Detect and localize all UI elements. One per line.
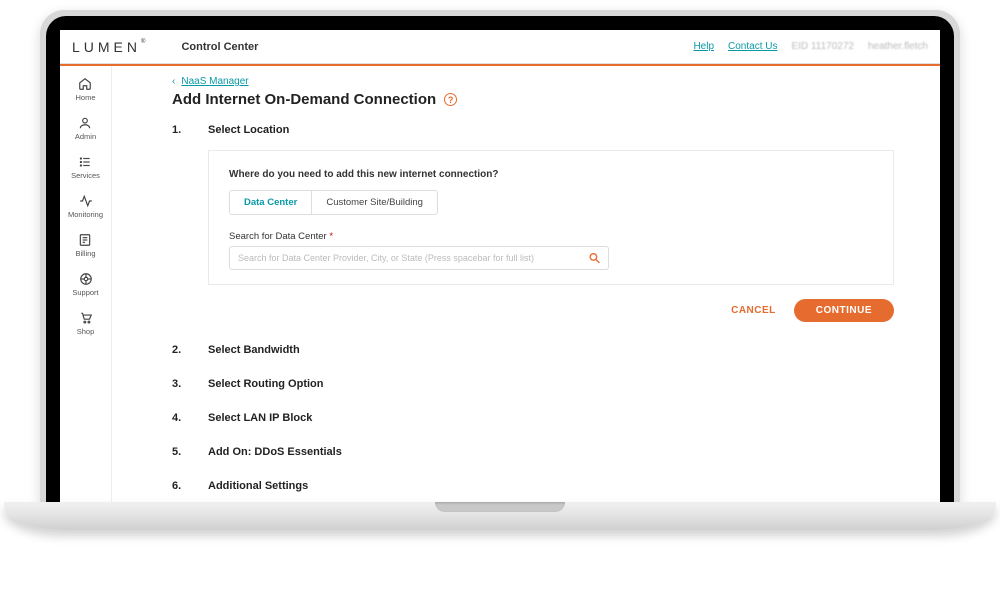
- cancel-button[interactable]: CANCEL: [731, 305, 776, 316]
- cart-icon: [79, 311, 93, 325]
- help-icon[interactable]: ?: [444, 93, 457, 106]
- support-icon: [79, 272, 93, 286]
- step-1-card: Where do you need to add this new intern…: [208, 150, 894, 285]
- left-sidebar: Home Admin Services Monitoring: [60, 66, 112, 502]
- user-menu[interactable]: heather.fletch: [868, 41, 928, 52]
- activity-icon: [79, 194, 93, 208]
- search-label: Search for Data Center *: [229, 231, 873, 242]
- sidebar-item-home[interactable]: Home: [75, 77, 95, 102]
- home-icon: [78, 77, 92, 91]
- location-type-segmented: Data Center Customer Site/Building: [229, 190, 438, 215]
- breadcrumb-parent-link[interactable]: NaaS Manager: [181, 76, 248, 87]
- laptop-base: [4, 502, 996, 530]
- step-title: Select Bandwidth: [208, 344, 300, 356]
- sidebar-item-billing[interactable]: Billing: [75, 233, 95, 258]
- step-number: 5.: [172, 446, 208, 458]
- step-number: 4.: [172, 412, 208, 424]
- sidebar-item-shop[interactable]: Shop: [77, 311, 95, 336]
- step-title: Select Routing Option: [208, 378, 324, 390]
- top-bar: LUMEN® Control Center Help Contact Us EI…: [60, 30, 940, 64]
- breadcrumb: ‹ NaaS Manager: [172, 76, 894, 87]
- chevron-left-icon: ‹: [172, 76, 175, 87]
- contact-link[interactable]: Contact Us: [728, 41, 777, 52]
- app-screen: LUMEN® Control Center Help Contact Us EI…: [60, 30, 940, 502]
- step-6[interactable]: 6. Additional Settings: [172, 474, 894, 492]
- step-number: 1.: [172, 124, 208, 136]
- sidebar-item-monitoring[interactable]: Monitoring: [68, 194, 103, 219]
- step-2[interactable]: 2. Select Bandwidth: [172, 338, 894, 356]
- step-title: Select Location: [208, 124, 894, 136]
- main-content: ‹ NaaS Manager Add Internet On-Demand Co…: [112, 66, 940, 502]
- sidebar-item-label: Services: [71, 171, 100, 180]
- data-center-search-input[interactable]: [229, 246, 609, 270]
- seg-customer-site[interactable]: Customer Site/Building: [311, 191, 437, 214]
- sidebar-item-label: Admin: [75, 132, 96, 141]
- step-1: 1. Select Location Where do you need to …: [172, 124, 894, 322]
- step-number: 3.: [172, 378, 208, 390]
- step-actions: CANCEL CONTINUE: [208, 299, 894, 322]
- step-3[interactable]: 3. Select Routing Option: [172, 372, 894, 390]
- step-title: Additional Settings: [208, 480, 308, 492]
- user-icon: [78, 116, 92, 130]
- sidebar-item-label: Shop: [77, 327, 95, 336]
- step-title: Select LAN IP Block: [208, 412, 312, 424]
- brand-logo: LUMEN®: [72, 39, 145, 55]
- location-prompt: Where do you need to add this new intern…: [229, 169, 873, 180]
- continue-button[interactable]: CONTINUE: [794, 299, 894, 322]
- sidebar-item-label: Home: [75, 93, 95, 102]
- step-number: 2.: [172, 344, 208, 356]
- app-title: Control Center: [181, 41, 258, 53]
- sidebar-item-admin[interactable]: Admin: [75, 116, 96, 141]
- eid-display: EID 11170272: [791, 41, 853, 52]
- step-number: 6.: [172, 480, 208, 492]
- laptop-frame: LUMEN® Control Center Help Contact Us EI…: [40, 10, 960, 530]
- page-title: Add Internet On-Demand Connection: [172, 91, 436, 108]
- laptop-notch: [435, 502, 565, 512]
- step-title: Add On: DDoS Essentials: [208, 446, 342, 458]
- help-link[interactable]: Help: [693, 41, 714, 52]
- sidebar-item-support[interactable]: Support: [72, 272, 98, 297]
- seg-data-center[interactable]: Data Center: [230, 191, 311, 214]
- billing-icon: [78, 233, 92, 247]
- sidebar-item-label: Billing: [75, 249, 95, 258]
- sidebar-item-services[interactable]: Services: [71, 155, 100, 180]
- sidebar-item-label: Support: [72, 288, 98, 297]
- sidebar-item-label: Monitoring: [68, 210, 103, 219]
- step-5[interactable]: 5. Add On: DDoS Essentials: [172, 440, 894, 458]
- step-4[interactable]: 4. Select LAN IP Block: [172, 406, 894, 424]
- list-icon: [78, 155, 92, 169]
